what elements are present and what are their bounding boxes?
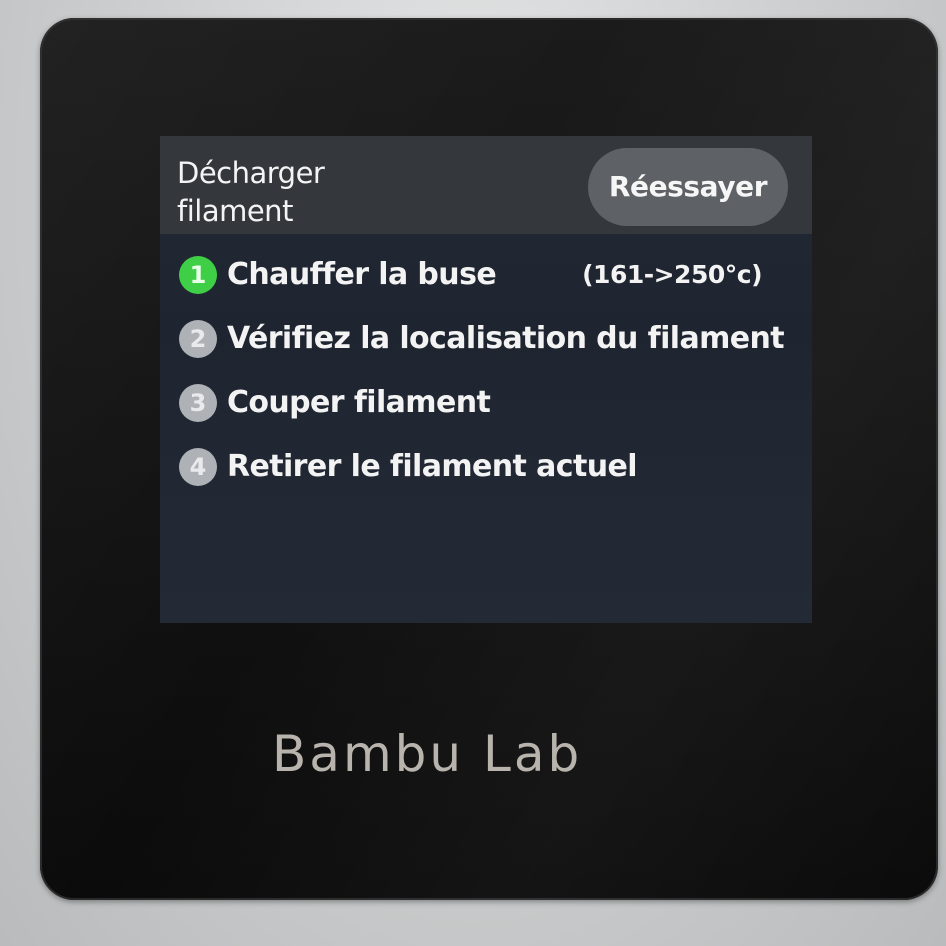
printer-device: Décharger filament Réessayer 1 Chauffer … [0, 0, 946, 946]
nozzle-temperature: (161->250°c) [582, 260, 762, 289]
step-label: Couper filament [227, 385, 491, 420]
step-item: 3 Couper filament [176, 380, 806, 424]
step-4-number-icon: 4 [179, 448, 217, 486]
touch-screen: Décharger filament Réessayer 1 Chauffer … [160, 136, 812, 623]
step-item: 1 Chauffer la buse (161->250°c) [176, 252, 806, 296]
dialog-title: Décharger filament [177, 156, 325, 228]
step-label: Chauffer la buse [227, 257, 497, 292]
retry-button[interactable]: Réessayer [588, 148, 788, 226]
step-label: Retirer le filament actuel [227, 449, 638, 484]
step-2-number-icon: 2 [179, 320, 217, 358]
dialog-header: Décharger filament Réessayer [160, 136, 812, 234]
brand-logo: Bambu Lab [272, 725, 583, 783]
step-label: Vérifiez la localisation du filament [227, 321, 785, 356]
step-item: 4 Retirer le filament actuel [176, 444, 806, 488]
step-1-number-icon: 1 [179, 256, 217, 294]
step-3-number-icon: 3 [179, 384, 217, 422]
step-item: 2 Vérifiez la localisation du filament [176, 316, 806, 360]
